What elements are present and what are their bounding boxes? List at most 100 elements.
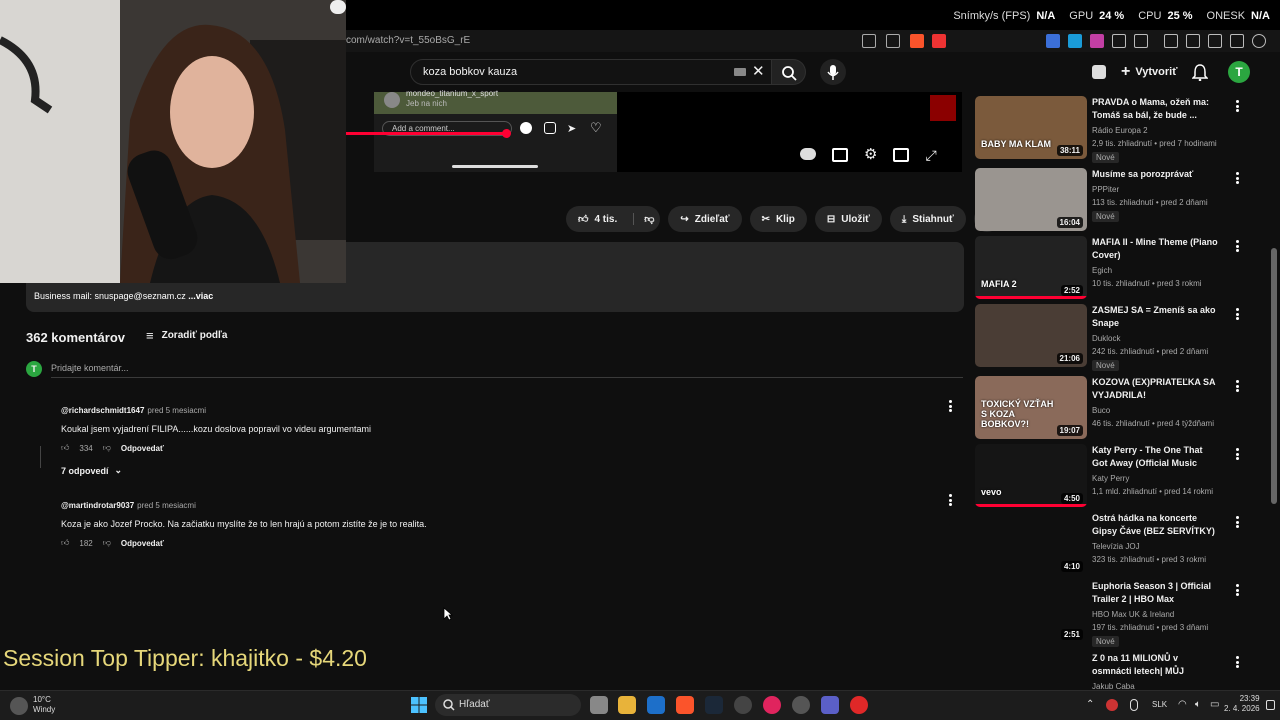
sidebar-icon[interactable]	[1186, 34, 1200, 48]
channel-name[interactable]: HBO Max UK & Ireland	[1092, 610, 1174, 619]
vpn-icon[interactable]	[1252, 34, 1266, 48]
extension-icon[interactable]	[1090, 34, 1104, 48]
voice-search-button[interactable]	[820, 59, 846, 85]
app-icon[interactable]	[763, 696, 781, 714]
puzzle-icon[interactable]	[1112, 34, 1126, 48]
screenshot-icon[interactable]	[1134, 34, 1148, 48]
comment-author[interactable]: @martindrotar9037	[61, 501, 134, 510]
brave-browser-icon[interactable]	[676, 696, 694, 714]
dislike-icon[interactable]: 👎︎	[103, 443, 111, 453]
video-title[interactable]: ZASMEJ SA = Zmeníš sa ako Snape	[1092, 304, 1220, 330]
keyboard-language[interactable]: SLK	[1152, 700, 1167, 709]
url-text[interactable]: com/watch?v=t_55oBsG_rE	[346, 35, 470, 46]
recommended-video[interactable]: 4:10 Ostrá hádka na koncerte Gipsy Čáve (…	[975, 512, 1245, 578]
obs-icon[interactable]	[734, 696, 752, 714]
video-thumbnail[interactable]: vevo 4:50	[975, 444, 1087, 507]
video-thumbnail[interactable]: TOXICKÝ VZŤAH S KOZA BOBKOV?! 19:07	[975, 376, 1087, 439]
video-menu-icon[interactable]	[1236, 448, 1239, 460]
miniplayer-icon[interactable]	[893, 148, 910, 162]
dislike-icon[interactable]: 👎︎	[633, 213, 654, 225]
video-title[interactable]: PRAVDA o Mama, ožeň ma: Tomáš sa bál, že…	[1092, 96, 1220, 122]
video-menu-icon[interactable]	[1236, 308, 1239, 320]
progress-scrubber[interactable]	[502, 129, 511, 138]
add-comment-input[interactable]: Pridajte komentár...	[51, 363, 129, 373]
channel-name[interactable]: Duklock	[1092, 334, 1120, 343]
extension-icon[interactable]	[1046, 34, 1060, 48]
video-title[interactable]: KOZOVA (EX)PRIATEĽKA SA VYJADRILA!	[1092, 376, 1220, 402]
steam-icon[interactable]	[705, 696, 723, 714]
notification-icon[interactable]	[1266, 700, 1275, 710]
account-avatar[interactable]: T	[1228, 61, 1250, 83]
subtitles-icon[interactable]	[832, 148, 848, 162]
channel-name[interactable]: Rádio Europa 2	[1092, 126, 1148, 135]
windows-start-icon[interactable]	[411, 697, 427, 713]
video-title[interactable]: Ostrá hádka na koncerte Gipsy Čáve (BEZ …	[1092, 512, 1220, 538]
task-view-icon[interactable]	[590, 696, 608, 714]
channel-name[interactable]: Televízia JOJ	[1092, 542, 1140, 551]
comment-menu-icon[interactable]	[949, 400, 952, 412]
video-menu-icon[interactable]	[1236, 100, 1239, 112]
screen-icon[interactable]	[862, 34, 876, 48]
brave-rewards-icon[interactable]	[932, 34, 946, 48]
weather-icon[interactable]	[10, 697, 28, 715]
keyboard-icon[interactable]	[734, 68, 746, 76]
comment-time[interactable]: pred 5 mesiacmi	[147, 406, 206, 415]
audio-app-icon[interactable]	[792, 696, 810, 714]
browser-address-bar[interactable]: com/watch?v=t_55oBsG_rE	[346, 30, 1280, 52]
sort-comments-button[interactable]: ≡ Zoradiť podľa	[146, 328, 227, 343]
reply-button[interactable]: Odpovedať	[121, 539, 164, 548]
wifi-icon[interactable]: ◠	[1178, 699, 1187, 710]
recommended-video[interactable]: 2:51 Euphoria Season 3 | Official Trailer…	[975, 580, 1245, 647]
video-thumbnail[interactable]: MAFIA 2 2:52	[975, 236, 1087, 299]
tray-app-icon[interactable]	[1106, 699, 1118, 711]
video-title[interactable]: Musíme sa porozprávať	[1092, 168, 1220, 181]
extension-icon[interactable]	[1068, 34, 1082, 48]
view-replies-button[interactable]: 7 odpovedí ⌄	[61, 465, 122, 476]
channel-name[interactable]: Buco	[1092, 406, 1110, 415]
comment-author[interactable]: @richardschmidt1647	[61, 406, 144, 415]
search-input[interactable]: koza bobkov kauza	[410, 59, 772, 85]
channel-name[interactable]: PPPiter	[1092, 185, 1119, 194]
search-button[interactable]	[772, 59, 806, 85]
download-button[interactable]: ⤓ Stiahnuť	[889, 206, 966, 232]
show-more-link[interactable]: ...viac	[188, 291, 213, 301]
like-icon[interactable]: 👍︎	[61, 443, 69, 453]
recommended-video[interactable]: 21:06 ZASMEJ SA = Zmeníš sa ako Snape Dukl…	[975, 304, 1245, 371]
autoplay-toggle[interactable]	[800, 148, 816, 160]
clear-search-icon[interactable]: ✕	[752, 64, 765, 79]
notifications-bell-icon[interactable]	[1192, 64, 1208, 81]
download-icon[interactable]	[1230, 34, 1244, 48]
video-title[interactable]: Euphoria Season 3 | Official Trailer 2 |…	[1092, 580, 1220, 606]
like-icon[interactable]: 👍︎	[61, 538, 69, 548]
volume-icon[interactable]: 🔈︎	[1195, 699, 1201, 710]
video-thumbnail[interactable]: 16:04	[975, 168, 1087, 231]
brave-shield-icon[interactable]	[910, 34, 924, 48]
video-menu-icon[interactable]	[1236, 380, 1239, 392]
video-thumbnail[interactable]: 21:06	[975, 304, 1087, 367]
clock[interactable]: 23:39 2. 4. 2026	[1224, 694, 1260, 714]
channel-name[interactable]: Katy Perry	[1092, 474, 1129, 483]
video-menu-icon[interactable]	[1236, 584, 1239, 596]
file-explorer-icon[interactable]	[618, 696, 636, 714]
music-icon[interactable]	[1164, 34, 1178, 48]
comment-time[interactable]: pred 5 mesiacmi	[137, 501, 196, 510]
clip-button[interactable]: ✂ Klip	[749, 206, 807, 232]
youtube-music-icon[interactable]	[850, 696, 868, 714]
share-icon[interactable]	[886, 34, 900, 48]
video-thumbnail[interactable]: 2:51	[975, 580, 1087, 643]
menu-icon[interactable]	[1270, 34, 1274, 48]
video-title[interactable]: Katy Perry - The One That Got Away (Offi…	[1092, 444, 1220, 470]
settings-gear-icon[interactable]: ⚙	[864, 147, 877, 162]
reply-button[interactable]: Odpovedať	[121, 444, 164, 453]
video-menu-icon[interactable]	[1236, 656, 1239, 668]
outlook-icon[interactable]	[647, 696, 665, 714]
wallet-icon[interactable]	[1208, 34, 1222, 48]
battery-icon[interactable]: ▭	[1210, 699, 1219, 710]
recommended-video[interactable]: TOXICKÝ VZŤAH S KOZA BOBKOV?! 19:07 KOZOVA…	[975, 376, 1245, 442]
save-button[interactable]: ⊟ Uložiť	[814, 206, 882, 232]
share-button[interactable]: ↪ Zdieľať	[668, 206, 742, 232]
recommended-video[interactable]: BABY MA KLAM 38:11 PRAVDA o Mama, ožeň ma:…	[975, 96, 1245, 163]
recommended-video[interactable]: 16:04 Musíme sa porozprávať PPPiter 113 tis…	[975, 168, 1245, 234]
dislike-icon[interactable]: 👎︎	[103, 538, 111, 548]
video-progress-bar[interactable]	[346, 132, 506, 135]
